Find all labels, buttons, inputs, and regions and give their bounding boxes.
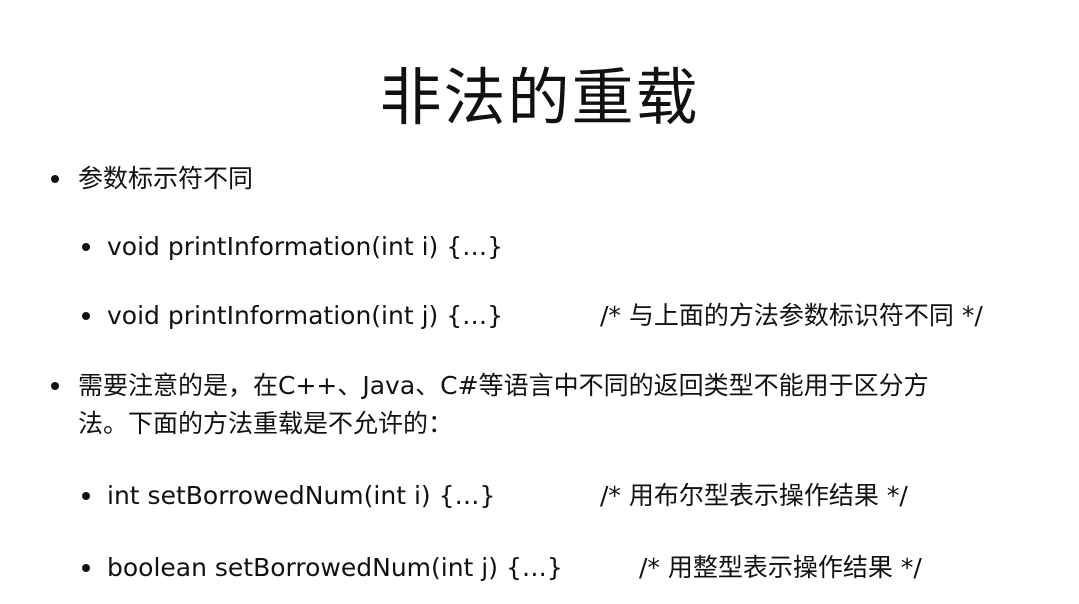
bullet-text-return-type-note-line1: 需要注意的是，在C++、Java、C#等语言中不同的返回类型不能用于区分方 bbox=[78, 371, 929, 400]
code-comment-integer-result: /* 用整型表示操作结果 */ bbox=[639, 553, 922, 582]
code-line-set-borrowed-int: int setBorrowedNum(int i) {…} bbox=[107, 481, 496, 510]
slide: 非法的重载 参数标示符不同 void printInformation(int … bbox=[0, 0, 1079, 604]
code-comment-identifier-diff: /* 与上面的方法参数标识符不同 */ bbox=[600, 301, 983, 330]
bullet-dot bbox=[51, 175, 59, 183]
slide-title: 非法的重载 bbox=[379, 61, 700, 134]
code-line-set-borrowed-boolean: boolean setBorrowedNum(int j) {…} bbox=[107, 553, 563, 582]
bullet-dot bbox=[82, 492, 90, 500]
code-comment-boolean-result: /* 用布尔型表示操作结果 */ bbox=[600, 481, 908, 510]
code-line-print-info-j: void printInformation(int j) {…} bbox=[107, 301, 504, 330]
bullet-text-return-type-note-line2: 法。下面的方法重载是不允许的： bbox=[78, 409, 454, 438]
bullet-dot bbox=[51, 382, 59, 390]
code-line-print-info-i: void printInformation(int i) {…} bbox=[107, 232, 504, 261]
bullet-text-param-identifier: 参数标示符不同 bbox=[78, 164, 254, 193]
bullet-dot bbox=[82, 243, 90, 251]
bullet-dot bbox=[82, 312, 90, 320]
bullet-dot bbox=[82, 564, 90, 572]
